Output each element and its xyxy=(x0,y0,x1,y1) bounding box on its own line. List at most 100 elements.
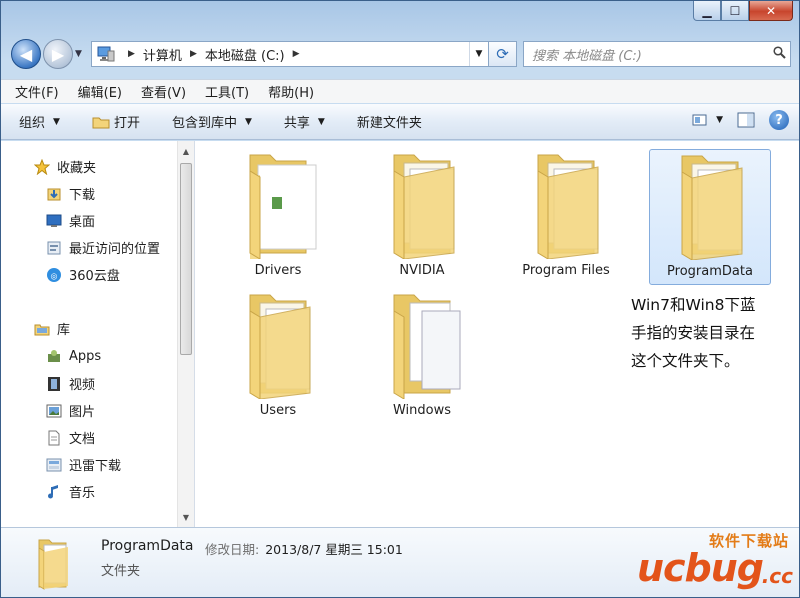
folder-with-files-icon xyxy=(681,155,743,260)
folder-users[interactable]: Users xyxy=(217,289,339,425)
address-bar[interactable]: ▶ 计算机 ▶ 本地磁盘 (C:) ▶ ▼ xyxy=(91,41,489,67)
folder-label: Program Files xyxy=(522,263,610,278)
preview-pane-button[interactable] xyxy=(737,112,755,128)
refresh-icon: ⟳ xyxy=(496,45,509,63)
search-input[interactable]: 搜索 本地磁盘 (C:) xyxy=(524,45,768,64)
document-icon xyxy=(45,429,63,447)
sidebar-item-label: 迅雷下载 xyxy=(69,459,122,474)
organize-button[interactable]: 组织 ▼ xyxy=(19,112,60,131)
breadcrumb-local-disk[interactable]: 本地磁盘 (C:) xyxy=(205,45,285,64)
view-icon xyxy=(692,114,707,126)
breadcrumb: ▶ 计算机 ▶ 本地磁盘 (C:) ▶ xyxy=(120,45,308,64)
sidebar-item-apps[interactable]: Apps xyxy=(45,347,101,365)
folder-program-files[interactable]: Program Files xyxy=(505,149,627,285)
sidebar-item-label: 文档 xyxy=(69,432,96,447)
star-icon xyxy=(33,158,51,176)
menu-help[interactable]: 帮助(H) xyxy=(268,82,314,101)
sidebar-item-videos[interactable]: 视频 xyxy=(45,374,95,393)
forward-button[interactable]: ▶ xyxy=(43,39,73,69)
view-controls: ▼ ? xyxy=(678,110,789,130)
maximize-button[interactable]: ☐ xyxy=(721,1,749,21)
modified-date: 修改日期: 2013/8/7 星期三 15:01 xyxy=(205,539,403,558)
video-icon xyxy=(45,375,63,393)
dropdown-arrow-icon: ▼ xyxy=(317,116,325,127)
details-pane: ProgramData 修改日期: 2013/8/7 星期三 15:01 文件夹 … xyxy=(1,527,799,597)
music-icon xyxy=(45,483,63,501)
menu-file[interactable]: 文件(F) xyxy=(15,82,59,101)
sidebar-group-favorites[interactable]: 收藏夹 xyxy=(33,157,96,176)
command-bar: 组织 ▼ 打开 包含到库中 ▼ 共享 ▼ 新建文件夹 ▼ ? xyxy=(1,104,799,140)
chevron-right-icon[interactable]: ▶ xyxy=(128,49,135,59)
share-button[interactable]: 共享 ▼ xyxy=(284,112,325,131)
scroll-thumb[interactable] xyxy=(180,163,192,355)
chevron-right-icon[interactable]: ▶ xyxy=(293,49,300,59)
folder-with-pages-icon xyxy=(393,294,461,399)
sidebar-item-music[interactable]: 音乐 xyxy=(45,482,95,501)
folder-label: Windows xyxy=(392,403,452,418)
picture-icon xyxy=(45,402,63,420)
folder-programdata[interactable]: ProgramData xyxy=(649,149,771,285)
folder-nvidia[interactable]: NVIDIA xyxy=(361,149,483,285)
dropdown-arrow-icon: ▼ xyxy=(716,115,723,125)
folder-with-files-icon xyxy=(249,294,311,399)
scroll-up-icon[interactable]: ▲ xyxy=(178,143,194,159)
sidebar-item-documents[interactable]: 文档 xyxy=(45,428,95,447)
search-icon xyxy=(768,45,790,63)
folder-with-files-icon xyxy=(537,154,599,259)
refresh-button[interactable]: ⟳ xyxy=(489,41,517,67)
open-button[interactable]: 打开 xyxy=(92,112,140,131)
change-view-button[interactable]: ▼ xyxy=(692,113,723,127)
selected-item-name: ProgramData xyxy=(101,538,194,554)
minimize-button[interactable]: ▁ xyxy=(693,1,721,21)
recent-pages-dropdown[interactable]: ▼ xyxy=(75,49,87,59)
folder-label: NVIDIA xyxy=(399,263,445,278)
breadcrumb-computer[interactable]: 计算机 xyxy=(143,45,182,64)
back-button[interactable]: ◀ xyxy=(11,39,41,69)
modified-value: 2013/8/7 星期三 15:01 xyxy=(265,542,403,557)
sidebar-item-label: 最近访问的位置 xyxy=(69,242,161,257)
sidebar-group-libraries[interactable]: 库 xyxy=(33,319,70,338)
new-folder-label: 新建文件夹 xyxy=(356,116,422,131)
dropdown-arrow-icon: ▼ xyxy=(53,116,60,127)
forward-arrow-icon: ▶ xyxy=(51,44,65,64)
help-button[interactable]: ? xyxy=(769,110,789,130)
sidebar-item-desktop[interactable]: 桌面 xyxy=(45,211,95,230)
menu-edit[interactable]: 编辑(E) xyxy=(78,82,122,101)
library-icon xyxy=(33,320,51,338)
folder-label: Drivers xyxy=(254,263,302,278)
search-box[interactable]: 搜索 本地磁盘 (C:) xyxy=(523,41,791,67)
sidebar-item-360-cloud[interactable]: ◎ 360云盘 xyxy=(45,265,120,284)
file-list-pane: Drivers NVIDIA Program Files ProgramData… xyxy=(195,141,799,527)
annotation-line: 手指的安装目录在 xyxy=(631,324,756,342)
watermark-suffix: .cc xyxy=(761,564,793,588)
folder-label: ProgramData xyxy=(667,264,753,279)
menu-tools[interactable]: 工具(T) xyxy=(205,82,249,101)
chevron-right-icon[interactable]: ▶ xyxy=(190,49,197,59)
include-in-library-button[interactable]: 包含到库中 ▼ xyxy=(172,112,252,131)
download-folder-icon xyxy=(45,185,63,203)
caption-buttons: ▁ ☐ ✕ xyxy=(693,1,793,21)
folder-windows[interactable]: Windows xyxy=(361,289,483,425)
new-folder-button[interactable]: 新建文件夹 xyxy=(357,112,422,131)
sidebar-item-label: 图片 xyxy=(69,405,96,420)
explorer-window: ▁ ☐ ✕ ◀ ▶ ▼ ▶ 计算机 ▶ 本地磁盘 (C:) ▶ ▼ ⟳ 搜索 本… xyxy=(0,0,800,598)
navigation-scrollbar[interactable]: ▲ ▼ xyxy=(177,141,194,527)
navigation-pane: 收藏夹 下载 桌面 最近访问的位置 ◎ 360云盘 库 Apps 视频 图片 文… xyxy=(1,141,195,527)
sidebar-item-downloads[interactable]: 下载 xyxy=(45,184,95,203)
sidebar-item-label: 桌面 xyxy=(69,215,96,230)
sidebar-group-label: 收藏夹 xyxy=(57,161,97,176)
preview-pane-icon xyxy=(737,112,755,128)
close-button[interactable]: ✕ xyxy=(749,1,793,21)
sidebar-item-xunlei-downloads[interactable]: 迅雷下载 xyxy=(45,455,121,474)
open-label: 打开 xyxy=(113,116,140,131)
sidebar-item-label: 360云盘 xyxy=(69,269,120,284)
folder-drivers[interactable]: Drivers xyxy=(217,149,339,285)
sidebar-item-pictures[interactable]: 图片 xyxy=(45,401,95,420)
menu-view[interactable]: 查看(V) xyxy=(141,82,186,101)
sidebar-item-label: 下载 xyxy=(69,188,96,203)
desktop-icon xyxy=(45,212,63,230)
address-dropdown-button[interactable]: ▼ xyxy=(469,42,488,66)
annotation-text: Win7和Win8下蓝 手指的安装目录在 这个文件夹下。 xyxy=(631,291,781,375)
sidebar-item-recent-places[interactable]: 最近访问的位置 xyxy=(45,238,160,257)
scroll-down-icon[interactable]: ▼ xyxy=(178,509,194,525)
